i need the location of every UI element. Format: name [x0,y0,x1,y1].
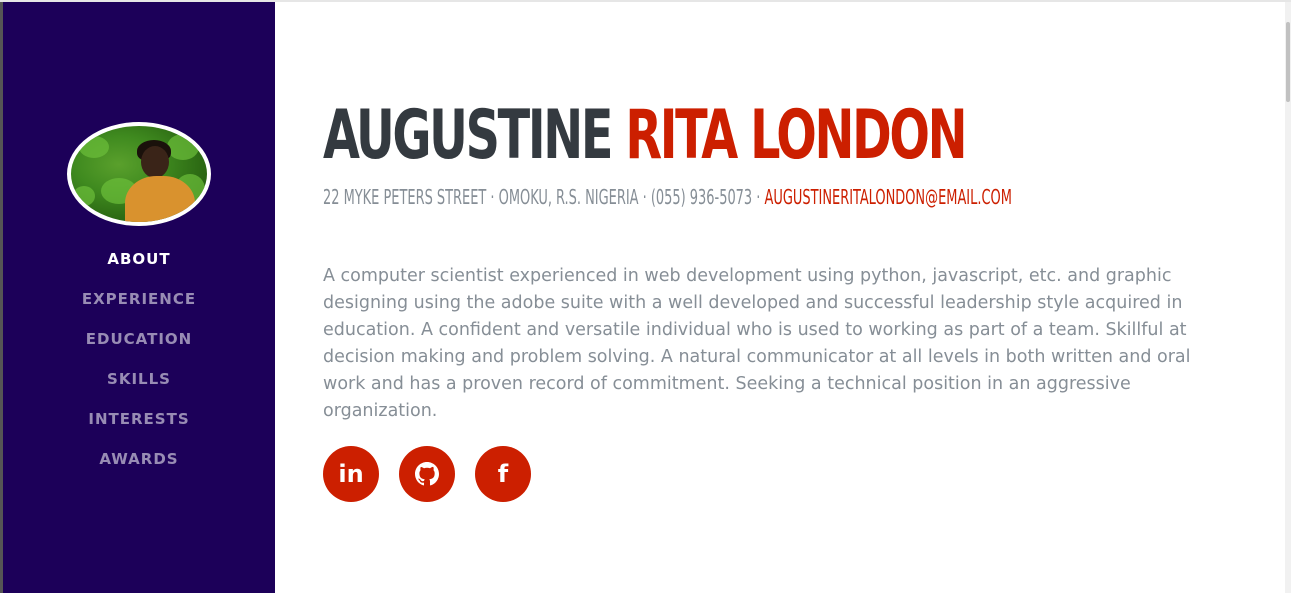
last-name: RITA LONDON [625,96,967,175]
avatar[interactable] [67,122,211,226]
address-text: 22 MYKE PETERS STREET · OMOKU, R.S. NIGE… [323,185,765,209]
nav-item-education[interactable]: EDUCATION [3,328,275,368]
nav-menu: ABOUT EXPERIENCE EDUCATION SKILLS INTERE… [3,248,275,488]
sidebar: ABOUT EXPERIENCE EDUCATION SKILLS INTERE… [3,2,275,593]
nav-item-about[interactable]: ABOUT [3,248,275,288]
nav-item-experience[interactable]: EXPERIENCE [3,288,275,328]
scrollbar[interactable] [1285,2,1291,593]
linkedin-icon: in [338,460,364,488]
linkedin-button[interactable]: in [323,446,379,502]
social-icons: in f [323,446,531,502]
bio-text: A computer scientist experienced in web … [323,266,1191,421]
page-title: AUGUSTINE RITA LONDON [323,88,968,184]
github-icon [415,462,439,486]
email-link[interactable]: AUGUSTINERITALONDON@EMAIL.COM [765,185,1012,209]
github-button[interactable] [399,446,455,502]
scrollbar-thumb[interactable] [1286,22,1290,102]
contact-line: 22 MYKE PETERS STREET · OMOKU, R.S. NIGE… [323,184,1012,210]
nav-item-skills[interactable]: SKILLS [3,368,275,408]
first-name: AUGUSTINE [323,96,613,175]
facebook-icon: f [497,460,509,488]
nav-item-interests[interactable]: INTERESTS [3,408,275,448]
facebook-button[interactable]: f [475,446,531,502]
nav-item-awards[interactable]: AWARDS [3,448,275,488]
